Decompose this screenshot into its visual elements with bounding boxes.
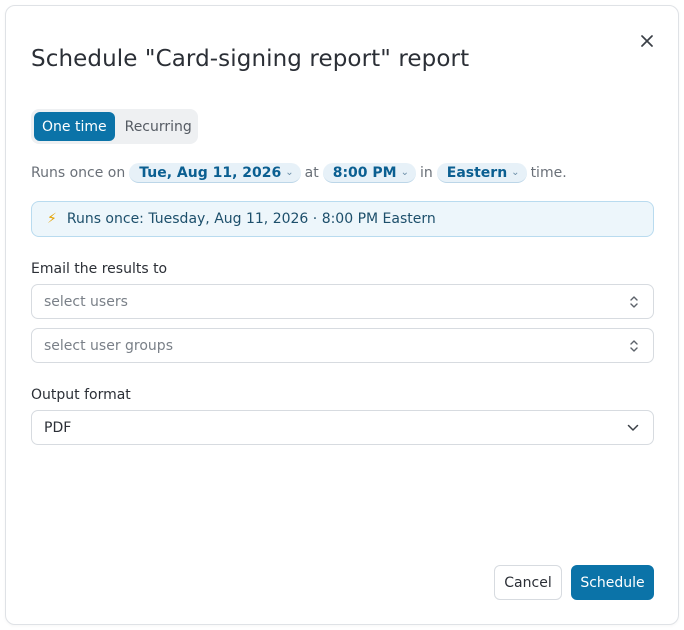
chevron-down-icon: ⌄: [511, 167, 520, 178]
schedule-summary-line: Runs once on Tue, Aug 11, 2026 ⌄ at 8:00…: [31, 162, 567, 184]
select-users-dropdown[interactable]: select users: [31, 284, 654, 319]
recurring-option[interactable]: Recurring: [117, 112, 200, 141]
chevron-up-down-icon: [630, 296, 638, 308]
output-format-label: Output format: [31, 387, 131, 403]
cancel-button[interactable]: Cancel: [494, 565, 562, 600]
chevron-down-icon: ⌄: [400, 167, 409, 178]
frequency-toggle: One time Recurring: [31, 109, 198, 144]
runs-once-prefix: Runs once on: [31, 165, 126, 181]
chevron-up-down-icon: [630, 340, 638, 352]
time-picker[interactable]: 8:00 PM ⌄: [322, 163, 416, 183]
close-icon: [641, 35, 653, 47]
timezone-value: Eastern: [446, 164, 508, 181]
dialog-title: Schedule "Card-signing report" report: [31, 46, 470, 72]
timezone-picker[interactable]: Eastern ⌄: [436, 163, 527, 183]
schedule-dialog: Schedule "Card-signing report" report On…: [5, 5, 679, 625]
time-suffix: time.: [530, 165, 567, 181]
at-word: at: [304, 165, 319, 181]
schedule-button[interactable]: Schedule: [571, 565, 654, 600]
time-value: 8:00 PM: [332, 164, 397, 181]
output-format-value: PDF: [44, 419, 72, 436]
lightning-icon: ⚡: [47, 211, 57, 227]
in-word: in: [420, 165, 433, 181]
one-time-option[interactable]: One time: [34, 112, 115, 141]
chevron-down-icon: [627, 424, 639, 431]
close-button[interactable]: [636, 30, 658, 52]
schedule-info-banner: ⚡ Runs once: Tuesday, Aug 11, 2026 · 8:0…: [31, 201, 654, 237]
email-label: Email the results to: [31, 261, 168, 277]
date-picker[interactable]: Tue, Aug 11, 2026 ⌄: [129, 163, 301, 183]
select-user-groups-placeholder: select user groups: [44, 337, 173, 354]
chevron-down-icon: ⌄: [285, 167, 294, 178]
output-format-select[interactable]: PDF: [31, 410, 654, 445]
select-users-placeholder: select users: [44, 293, 128, 310]
banner-text: Runs once: Tuesday, Aug 11, 2026 · 8:00 …: [66, 211, 436, 227]
date-value: Tue, Aug 11, 2026: [139, 164, 282, 181]
select-user-groups-dropdown[interactable]: select user groups: [31, 328, 654, 363]
